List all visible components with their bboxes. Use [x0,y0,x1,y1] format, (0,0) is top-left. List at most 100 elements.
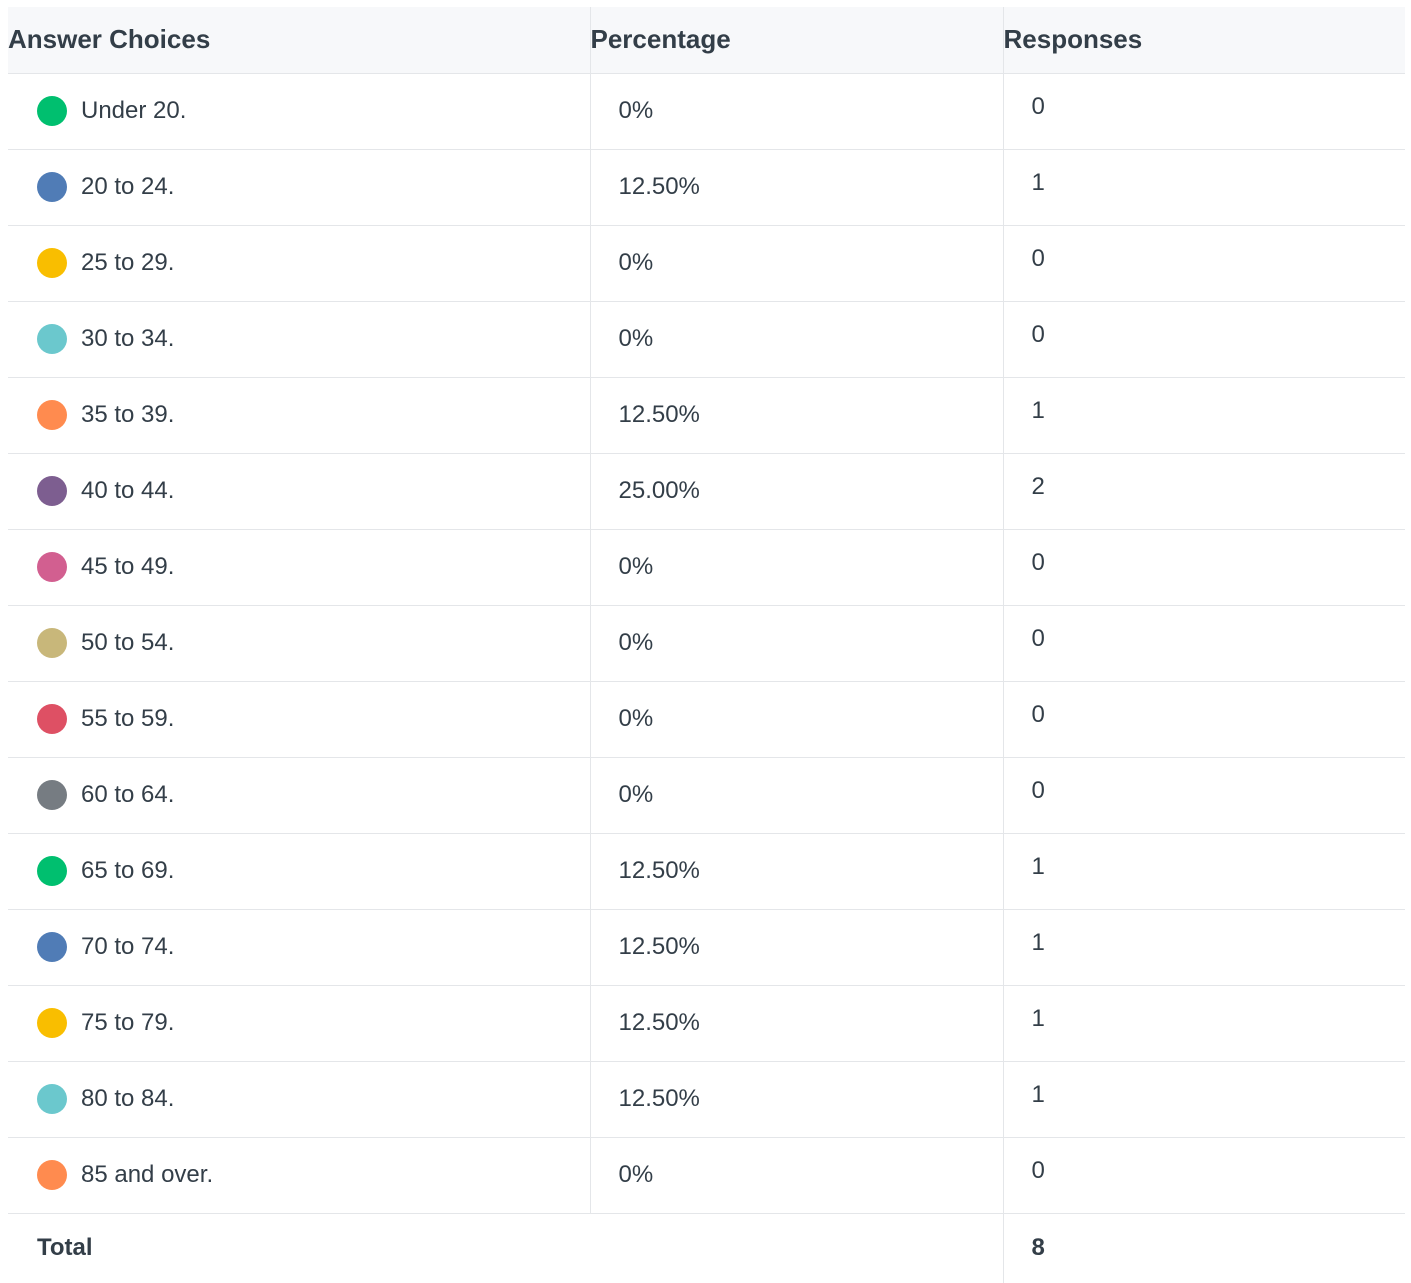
percentage-cell: 12.50% [589,377,1003,454]
answer-choice-label: 85 and over. [81,1161,214,1188]
percentage-value: 12.50% [618,933,700,960]
table-body: Under 20. 0% 0 20 to 24. 12.50% 1 25 to 29. 0% 0… [8,73,1405,1283]
total-responses-value: 8 [1002,1213,1405,1283]
legend-color-dot-icon [37,704,67,734]
percentage-cell: 0% [589,73,1003,150]
header-percentage[interactable]: Percentage [589,7,1003,74]
answer-choice: 55 to 59. [37,704,590,734]
responses-value: 0 [1031,1157,1045,1184]
responses-cell: 2 [1002,453,1405,530]
legend-color-dot-icon [37,1008,67,1038]
legend-color-dot-icon [37,96,67,126]
percentage-value: 0% [618,781,654,808]
responses-cell: 1 [1002,909,1405,986]
legend-color-dot-icon [37,628,67,658]
responses-value: 0 [1031,701,1045,728]
responses-cell: 1 [1002,149,1405,226]
responses-value: 1 [1031,397,1045,424]
percentage-value: 12.50% [618,857,700,884]
responses-cell: 0 [1002,73,1405,150]
table-row: 80 to 84. 12.50% 1 [8,1061,1405,1138]
responses-cell: 0 [1002,757,1405,834]
answer-choice: 35 to 39. [37,400,590,430]
answer-choice-label: 75 to 79. [81,1009,175,1036]
percentage-value: 12.50% [618,1085,700,1112]
responses-value: 0 [1031,245,1045,272]
answer-choice-cell: 85 and over. [8,1137,590,1214]
percentage-cell: 0% [589,681,1003,758]
responses-value: 0 [1031,321,1045,348]
responses-value: 1 [1031,853,1045,880]
answer-choice: 70 to 74. [37,932,590,962]
total-label: Total [37,1234,93,1262]
responses-value: 1 [1031,169,1045,196]
answer-choice-label: 60 to 64. [81,781,175,808]
responses-value: 0 [1031,625,1045,652]
percentage-value: 0% [618,249,654,276]
percentage-value: 0% [618,1161,654,1188]
answer-choice-cell: 55 to 59. [8,681,590,758]
responses-cell: 0 [1002,225,1405,302]
percentage-cell: 12.50% [589,149,1003,226]
answer-choice: 20 to 24. [37,172,590,202]
answer-choice-cell: 25 to 29. [8,225,590,302]
legend-color-dot-icon [37,172,67,202]
answer-choice-cell: 45 to 49. [8,529,590,606]
table-row: 55 to 59. 0% 0 [8,681,1405,758]
table-row: 30 to 34. 0% 0 [8,301,1405,378]
responses-cell: 1 [1002,833,1405,910]
percentage-value: 12.50% [618,173,700,200]
answer-choice-cell: 70 to 74. [8,909,590,986]
percentage-cell: 0% [589,1137,1003,1214]
answer-choice: 85 and over. [37,1160,590,1190]
responses-value: 1 [1031,1005,1045,1032]
percentage-value: 0% [618,629,654,656]
header-responses[interactable]: Responses [1002,7,1405,74]
answer-choice-cell: Under 20. [8,73,590,150]
answer-choice-cell: 30 to 34. [8,301,590,378]
answer-choice-label: 35 to 39. [81,401,175,428]
percentage-value: 25.00% [618,477,700,504]
answer-choice-cell: 65 to 69. [8,833,590,910]
answer-choice: 65 to 69. [37,856,590,886]
percentage-cell: 12.50% [589,1061,1003,1138]
table-row: 35 to 39. 12.50% 1 [8,377,1405,454]
table-row: 60 to 64. 0% 0 [8,757,1405,834]
responses-value: 1 [1031,1081,1045,1108]
answer-choices-table: Answer Choices Percentage Responses Unde… [8,7,1405,1283]
percentage-cell: 12.50% [589,909,1003,986]
percentage-value: 0% [618,553,654,580]
answer-choice-cell: 60 to 64. [8,757,590,834]
answer-choice-label: 20 to 24. [81,173,175,200]
answer-choice: 30 to 34. [37,324,590,354]
answer-choice: 60 to 64. [37,780,590,810]
answer-choice-label: 50 to 54. [81,629,175,656]
header-answer-choices[interactable]: Answer Choices [8,7,590,74]
answer-choice-label: 40 to 44. [81,477,175,504]
responses-value: 2 [1031,473,1045,500]
legend-color-dot-icon [37,476,67,506]
table-row: 40 to 44. 25.00% 2 [8,453,1405,530]
responses-cell: 0 [1002,1137,1405,1214]
table-row: 85 and over. 0% 0 [8,1137,1405,1214]
percentage-cell: 12.50% [589,985,1003,1062]
answer-choice-cell: 20 to 24. [8,149,590,226]
responses-value: 1 [1031,929,1045,956]
legend-color-dot-icon [37,400,67,430]
table-header-row: Answer Choices Percentage Responses [8,7,1405,74]
table-row: 70 to 74. 12.50% 1 [8,909,1405,986]
legend-color-dot-icon [37,248,67,278]
total-percentage-blank [590,1213,1003,1283]
percentage-cell: 0% [589,605,1003,682]
responses-value: 0 [1031,549,1045,576]
legend-color-dot-icon [37,552,67,582]
percentage-value: 0% [618,97,654,124]
answer-choice: 40 to 44. [37,476,590,506]
answer-choice-label: 25 to 29. [81,249,175,276]
percentage-value: 12.50% [618,1009,700,1036]
legend-color-dot-icon [37,1160,67,1190]
answer-choice-label: 55 to 59. [81,705,175,732]
table-row: 65 to 69. 12.50% 1 [8,833,1405,910]
answer-choice-cell: 40 to 44. [8,453,590,530]
answer-choice-label: 30 to 34. [81,325,175,352]
